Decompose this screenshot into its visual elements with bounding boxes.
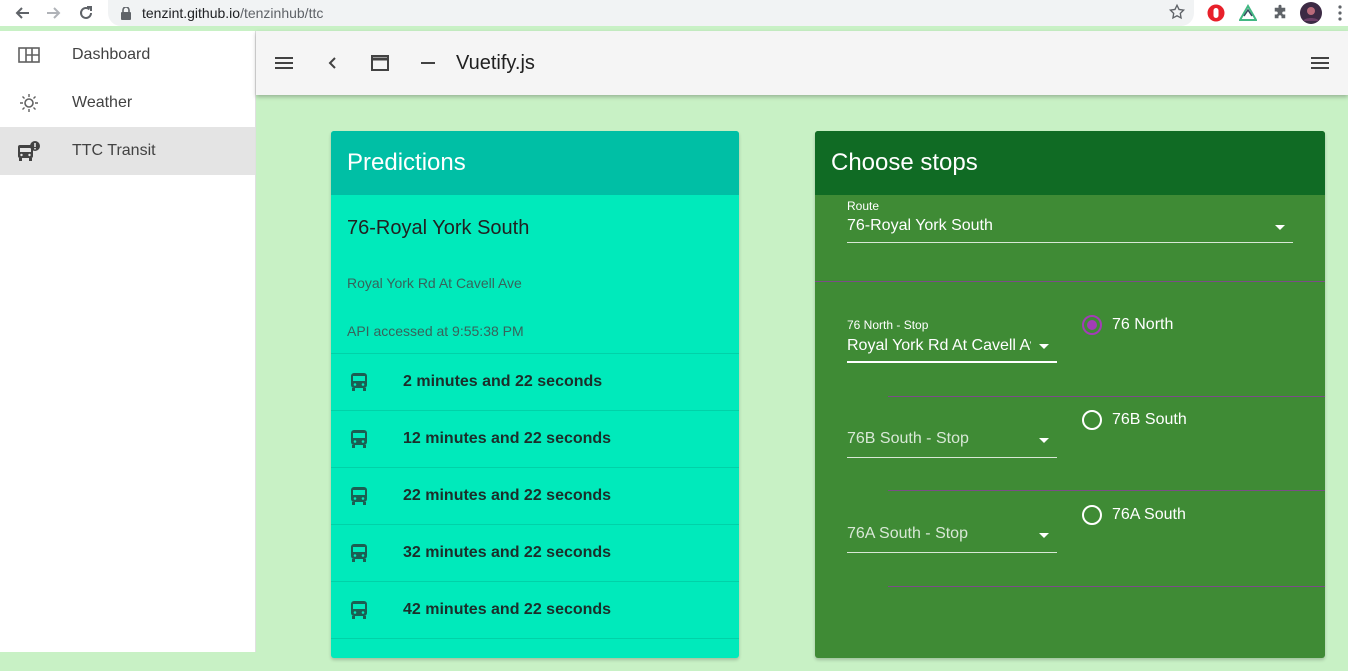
list-item: 32 minutes and 22 seconds <box>331 525 739 582</box>
predictions-title: Predictions <box>347 149 466 176</box>
sidebar-item-label: Dashboard <box>72 46 151 63</box>
south-a-stop-select[interactable]: 76A South - Stop <box>847 513 1057 553</box>
forward-icon[interactable] <box>38 0 70 26</box>
predictions-header: Predictions <box>331 131 739 195</box>
lock-icon <box>118 5 134 21</box>
dropdown-arrow-icon <box>1039 438 1049 443</box>
radio-unchecked-icon <box>1082 410 1102 430</box>
arrival-time: 12 minutes and 22 seconds <box>403 430 612 447</box>
web-asset-icon[interactable] <box>356 39 404 87</box>
arrival-time: 22 minutes and 22 seconds <box>403 487 612 504</box>
north-stop-select[interactable]: 76 North - Stop Royal York Rd At Cavell … <box>847 318 1057 363</box>
radio-unchecked-icon <box>1082 505 1102 525</box>
bus-icon <box>349 543 369 563</box>
radio-label: 76B South <box>1112 411 1187 428</box>
bus-icon <box>349 486 369 506</box>
dashboard-icon <box>16 43 42 67</box>
dropdown-arrow-icon <box>1039 533 1049 538</box>
choose-stops-card: Choose stops Route 76-Royal York South 7… <box>815 131 1325 658</box>
url-host: tenzint.github.io <box>142 5 241 21</box>
list-item: 12 minutes and 22 seconds <box>331 411 739 468</box>
predictions-card: Predictions 76-Royal York South Royal Yo… <box>331 131 739 658</box>
radio-label: 76 North <box>1112 316 1174 333</box>
list-item: 22 minutes and 22 seconds <box>331 468 739 525</box>
back-icon[interactable] <box>6 0 38 26</box>
browser-menu-icon[interactable] <box>1333 2 1347 24</box>
select-underline <box>847 361 1057 363</box>
bus-icon <box>349 429 369 449</box>
dropdown-arrow-icon <box>1039 344 1049 349</box>
divider <box>888 490 1325 491</box>
select-underline <box>847 552 1057 553</box>
north-stop-value: Royal York Rd At Cavell Av <box>847 337 1031 354</box>
bookmark-star-icon[interactable] <box>1168 3 1186 26</box>
choose-stops-title: Choose stops <box>831 149 978 176</box>
profile-avatar[interactable] <box>1300 2 1322 24</box>
arrival-time: 32 minutes and 22 seconds <box>403 544 612 561</box>
api-accessed-time: API accessed at 9:55:38 PM <box>347 323 524 339</box>
list-item: 42 minutes and 22 seconds <box>331 582 739 639</box>
radio-checked-icon <box>1082 315 1102 335</box>
vue-devtools-extension-icon[interactable] <box>1237 2 1259 24</box>
north-stop-label: 76 North - Stop <box>847 318 929 332</box>
route-select-label: Route <box>847 199 880 213</box>
route-select-value: 76-Royal York South <box>847 217 993 234</box>
divider <box>815 281 1325 282</box>
right-menu-icon[interactable] <box>1296 39 1344 87</box>
south-a-stop-placeholder: 76A South - Stop <box>847 525 968 542</box>
select-underline <box>847 457 1057 458</box>
radio-76a-south[interactable]: 76A South <box>1082 505 1186 525</box>
url-path: /tenzinhub/ttc <box>240 5 324 21</box>
page-title: Vuetify.js <box>456 51 535 74</box>
reload-icon[interactable] <box>70 0 102 26</box>
sidebar-item-label: TTC Transit <box>72 142 156 159</box>
menu-icon[interactable] <box>260 39 308 87</box>
extensions-puzzle-icon[interactable] <box>1269 2 1291 24</box>
sidebar-item-label: Weather <box>72 94 133 111</box>
browser-toolbar: tenzint.github.io/tenzinhub/ttc <box>0 0 1348 26</box>
sidebar-item-dashboard[interactable]: Dashboard <box>0 31 255 79</box>
app-toolbar: Vuetify.js <box>256 31 1348 95</box>
divider <box>888 586 1325 587</box>
sidebar-item-weather[interactable]: Weather <box>0 79 255 127</box>
arrival-time: 42 minutes and 22 seconds <box>403 601 612 618</box>
weather-icon <box>16 91 42 115</box>
predictions-route: 76-Royal York South <box>347 217 530 239</box>
chevron-left-icon[interactable] <box>308 39 356 87</box>
sidebar-item-ttc-transit[interactable]: TTC Transit <box>0 127 255 175</box>
list-item: 2 minutes and 22 seconds <box>331 354 739 411</box>
prediction-list: 2 minutes and 22 seconds 12 minutes and … <box>331 353 739 639</box>
south-b-stop-select[interactable]: 76B South - Stop <box>847 418 1057 458</box>
adblock-extension-icon[interactable] <box>1205 2 1227 24</box>
address-bar[interactable]: tenzint.github.io/tenzinhub/ttc <box>108 0 1194 26</box>
radio-76-north[interactable]: 76 North <box>1082 315 1173 335</box>
divider <box>888 396 1325 397</box>
predictions-stop: Royal York Rd At Cavell Ave <box>347 275 522 291</box>
sidebar-nav: Dashboard Weather TTC Transit <box>0 31 256 652</box>
choose-stops-header: Choose stops <box>815 131 1325 195</box>
dropdown-arrow-icon <box>1275 225 1285 230</box>
arrival-time: 2 minutes and 22 seconds <box>403 373 603 390</box>
bus-alert-icon <box>16 139 42 163</box>
south-b-stop-placeholder: 76B South - Stop <box>847 430 969 447</box>
bus-icon <box>349 600 369 620</box>
bus-icon <box>349 372 369 392</box>
route-select[interactable]: Route 76-Royal York South <box>847 199 1293 243</box>
remove-icon[interactable] <box>404 39 452 87</box>
radio-label: 76A South <box>1112 506 1186 523</box>
radio-76b-south[interactable]: 76B South <box>1082 410 1187 430</box>
